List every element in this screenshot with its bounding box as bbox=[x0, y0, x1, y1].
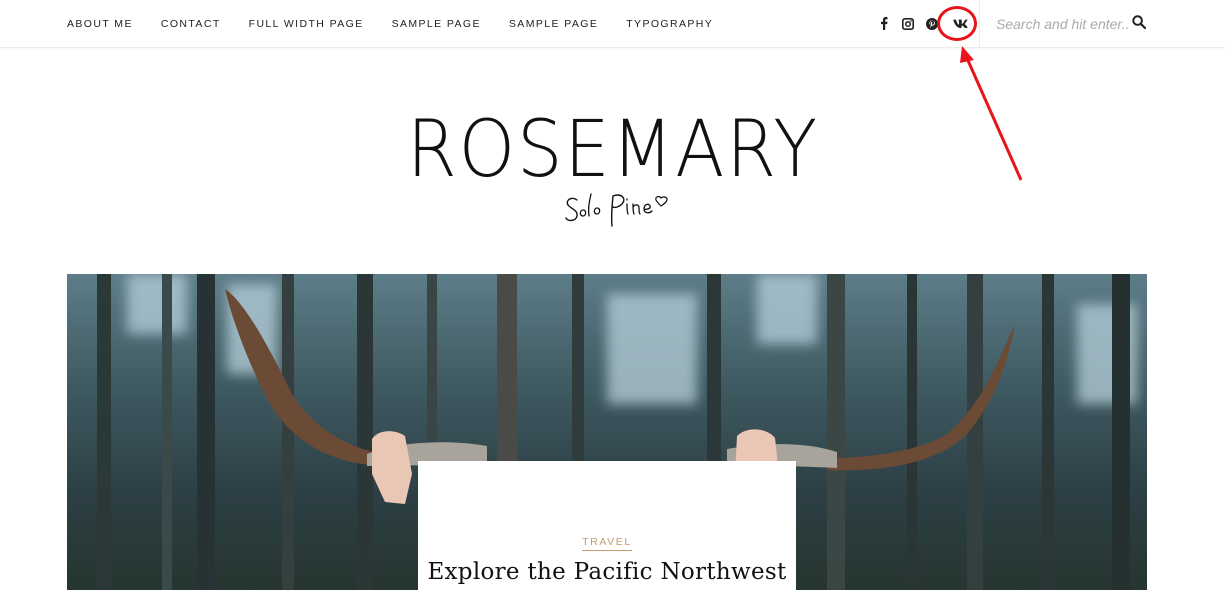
post-category-link[interactable]: TRAVEL bbox=[582, 536, 632, 551]
nav-item-about-me[interactable]: ABOUT ME bbox=[67, 18, 133, 30]
featured-post-card: TRAVEL Explore the Pacific Northwest bbox=[418, 461, 796, 590]
search-icon[interactable] bbox=[1132, 15, 1148, 31]
featured-post-image[interactable]: TRAVEL Explore the Pacific Northwest bbox=[67, 274, 1147, 590]
post-title[interactable]: Explore the Pacific Northwest bbox=[418, 559, 796, 585]
site-tagline-script bbox=[565, 193, 668, 227]
site-title: ROSEMARY bbox=[406, 105, 819, 195]
nav-item-contact[interactable]: CONTACT bbox=[161, 18, 221, 30]
annotation-circle bbox=[937, 6, 977, 41]
main-nav: ABOUT ME CONTACT FULL WIDTH PAGE SAMPLE … bbox=[67, 0, 741, 47]
search-input[interactable] bbox=[996, 14, 1128, 34]
facebook-icon[interactable] bbox=[872, 12, 896, 36]
top-bar: ABOUT ME CONTACT FULL WIDTH PAGE SAMPLE … bbox=[0, 0, 1225, 48]
nav-item-full-width-page[interactable]: FULL WIDTH PAGE bbox=[249, 18, 364, 30]
post-category: TRAVEL bbox=[418, 532, 796, 551]
nav-item-typography[interactable]: TYPOGRAPHY bbox=[626, 18, 713, 30]
instagram-icon[interactable] bbox=[896, 12, 920, 36]
page: ABOUT ME CONTACT FULL WIDTH PAGE SAMPLE … bbox=[0, 0, 1225, 590]
nav-item-sample-page[interactable]: SAMPLE PAGE bbox=[392, 18, 481, 30]
site-logo[interactable]: ROSEMARY bbox=[0, 108, 1225, 192]
nav-item-sample-page-2[interactable]: SAMPLE PAGE bbox=[509, 18, 598, 30]
